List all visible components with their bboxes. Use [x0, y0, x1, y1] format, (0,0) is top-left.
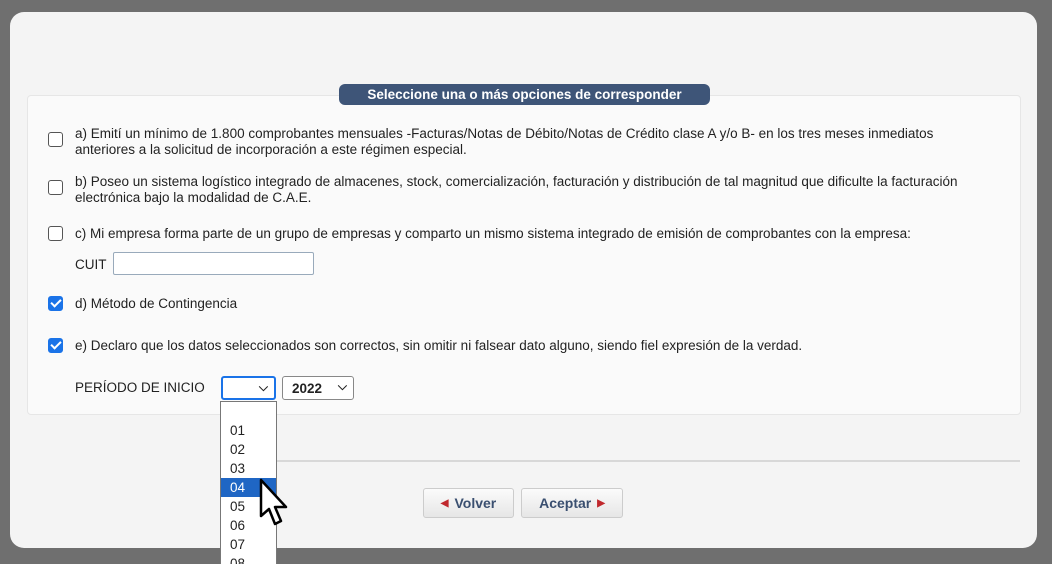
year-select-value: 2022: [292, 380, 323, 396]
option-d-checkbox[interactable]: [48, 296, 63, 311]
volver-button-label: Volver: [454, 495, 497, 511]
option-b-checkbox[interactable]: [48, 180, 63, 195]
dropdown-option[interactable]: [221, 402, 276, 421]
option-b-label: b) Poseo un sistema logístico integrado …: [75, 174, 958, 205]
cuit-input[interactable]: [113, 252, 314, 275]
option-a-label: a) Emití un mínimo de 1.800 comprobantes…: [75, 126, 934, 157]
aceptar-button[interactable]: Aceptar ▶: [521, 488, 623, 518]
dropdown-option[interactable]: 02: [221, 440, 276, 459]
option-e-checkbox[interactable]: [48, 338, 63, 353]
chevron-down-icon: ⌵: [258, 380, 268, 394]
mouse-pointer-icon: [259, 478, 288, 526]
arrow-right-icon: ▶: [597, 497, 605, 509]
option-a-checkbox[interactable]: [48, 132, 63, 147]
year-select[interactable]: 2022 ⌵: [282, 376, 354, 400]
month-select[interactable]: ⌵: [221, 376, 276, 400]
arrow-left-icon: ◀: [440, 497, 449, 509]
divider: [230, 460, 1020, 462]
dropdown-option[interactable]: 01: [221, 421, 276, 440]
cuit-label: CUIT: [75, 257, 107, 272]
aceptar-button-label: Aceptar: [539, 495, 592, 511]
option-c-checkbox[interactable]: [48, 226, 63, 241]
dropdown-option[interactable]: 03: [221, 459, 276, 478]
dropdown-option[interactable]: 07: [221, 535, 276, 554]
option-e-label: e) Declaro que los datos seleccionados s…: [75, 338, 803, 353]
fieldset-legend: Seleccione una o más opciones de corresp…: [339, 84, 710, 105]
periodo-label: PERÍODO DE INICIO: [75, 380, 205, 395]
option-c-label: c) Mi empresa forma parte de un grupo de…: [75, 226, 911, 241]
option-d-label: d) Método de Contingencia: [75, 296, 238, 311]
chevron-down-icon: ⌵: [337, 379, 347, 393]
dropdown-option[interactable]: 08: [221, 554, 276, 564]
volver-button[interactable]: ◀ Volver: [423, 488, 514, 518]
